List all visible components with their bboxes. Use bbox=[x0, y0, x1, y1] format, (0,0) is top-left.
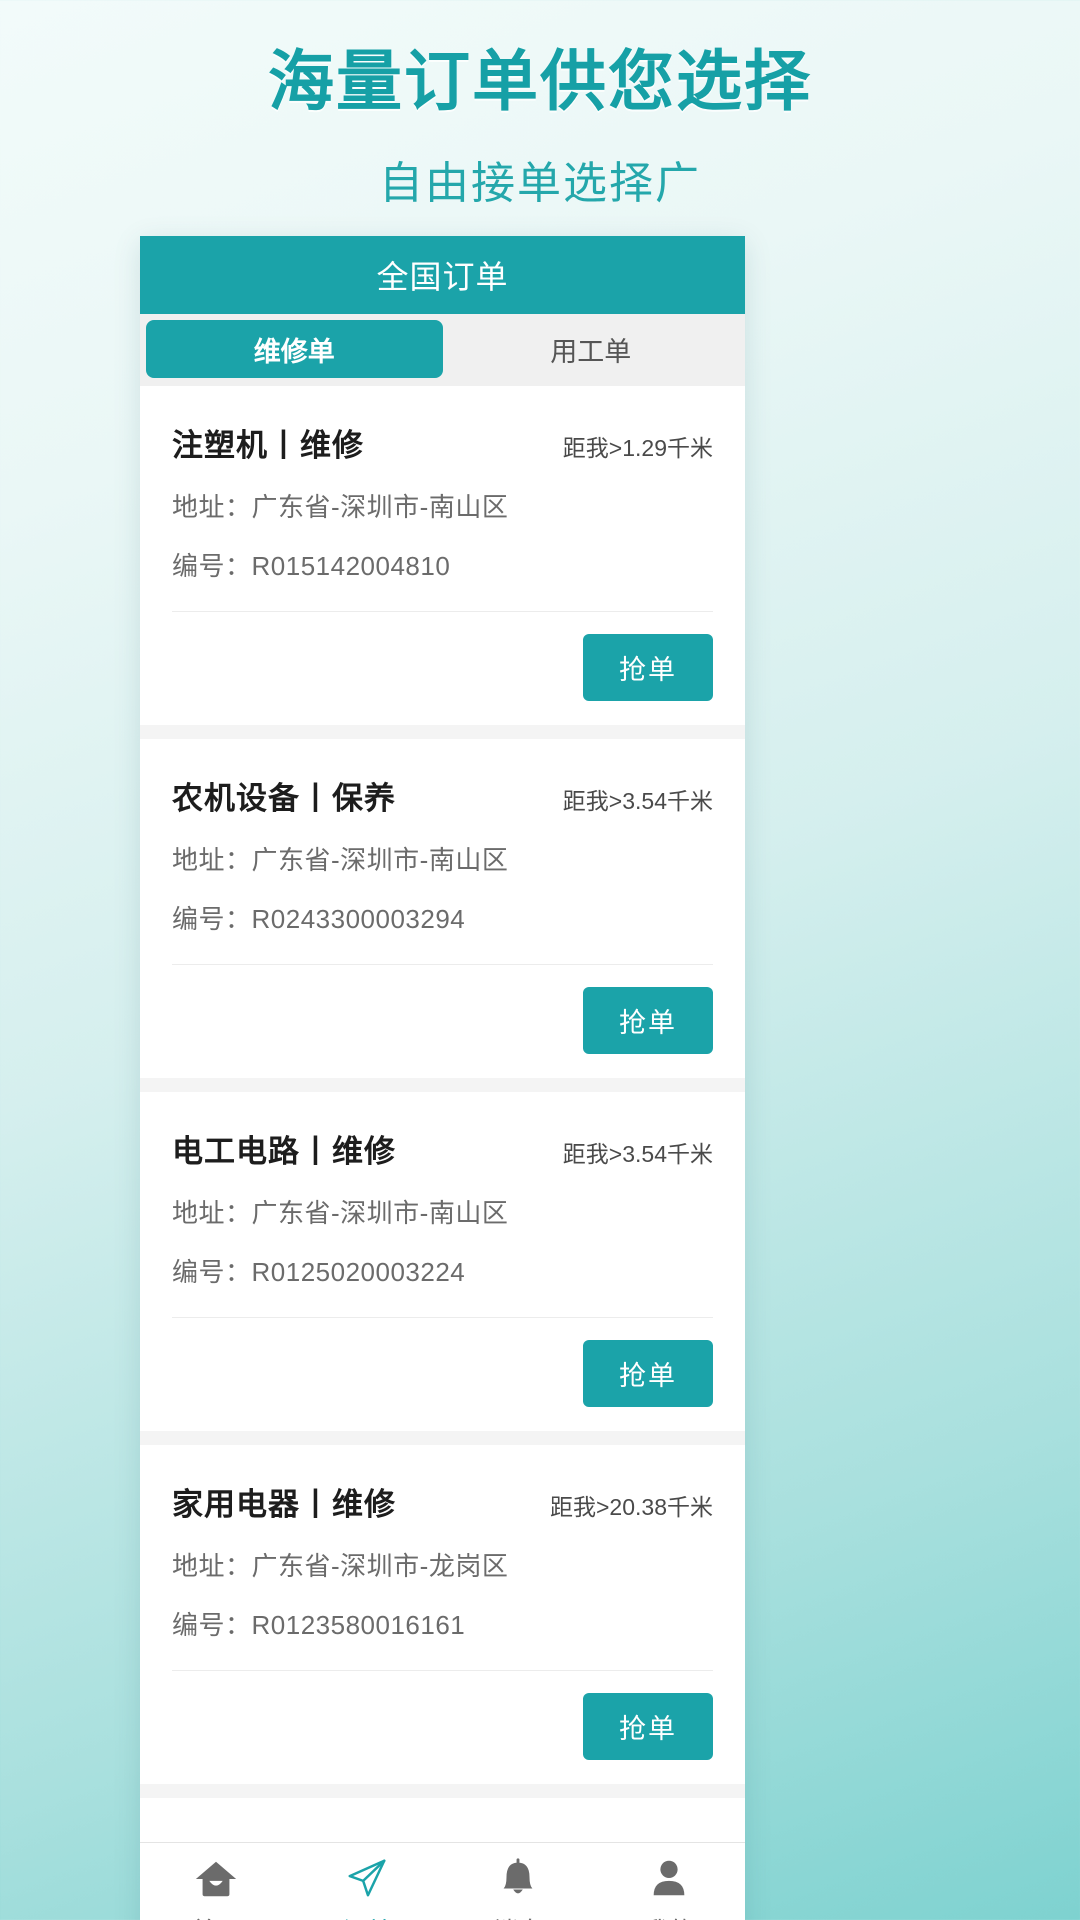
home-icon bbox=[193, 1855, 239, 1901]
order-title: 农机设备丨保养 bbox=[172, 781, 396, 816]
tab-repair-orders[interactable]: 维修单 bbox=[146, 320, 443, 378]
address-label: 地址： bbox=[172, 1551, 252, 1581]
order-address: 广东省-深圳市-南山区 bbox=[251, 1198, 509, 1228]
page-title: 海量订单供您选择 bbox=[268, 44, 812, 118]
order-footer: 抢单 bbox=[172, 1670, 713, 1784]
list-item[interactable]: 农机设备丨保养 距我>3.54千米 地址：广东省-深圳市-南山区 编号：R024… bbox=[140, 739, 745, 1078]
code-label: 编号： bbox=[172, 1610, 252, 1640]
order-distance: 距我>1.29千米 bbox=[562, 435, 713, 461]
order-code-row: 编号：R0123580016161 bbox=[172, 1605, 713, 1642]
order-header: 家用电器丨维修 距我>20.38千米 bbox=[172, 1479, 713, 1524]
order-distance: 距我>3.54千米 bbox=[562, 788, 713, 814]
order-footer: 抢单 bbox=[172, 1317, 713, 1431]
grab-order-button[interactable]: 抢单 bbox=[583, 1693, 713, 1760]
order-list: 注塑机丨维修 距我>1.29千米 地址：广东省-深圳市-南山区 编号：R0151… bbox=[140, 386, 745, 1842]
nav-item-home[interactable]: 首页 bbox=[140, 1843, 291, 1920]
order-panel: 全国订单 维修单 用工单 注塑机丨维修 距我>1.29千米 地址：广东省-深圳市… bbox=[140, 236, 745, 1920]
order-header: 注塑机丨维修 距我>1.29千米 bbox=[172, 420, 713, 465]
address-label: 地址： bbox=[172, 1198, 252, 1228]
order-header: 电工电路丨维修 距我>3.54千米 bbox=[172, 1126, 713, 1171]
order-address-row: 地址：广东省-深圳市-龙岗区 bbox=[172, 1546, 713, 1583]
nav-item-orders[interactable]: 订单 bbox=[291, 1843, 442, 1920]
person-icon bbox=[646, 1855, 692, 1901]
order-code-row: 编号：R0243300003294 bbox=[172, 899, 713, 936]
order-code: R015142004810 bbox=[251, 551, 451, 581]
nav-item-profile[interactable]: 我的 bbox=[594, 1843, 745, 1920]
list-item[interactable]: 家用电器丨维修 距我>20.38千米 地址：广东省-深圳市-龙岗区 编号：R01… bbox=[140, 1445, 745, 1784]
send-icon bbox=[344, 1855, 390, 1901]
order-code: R0125020003224 bbox=[251, 1257, 466, 1287]
order-title: 注塑机丨维修 bbox=[172, 428, 364, 463]
hero-banner: 海量订单供您选择 自由接单选择广 bbox=[0, 0, 1080, 211]
nav-item-profile-label: 我的 bbox=[645, 1911, 693, 1920]
tab-labor-orders[interactable]: 用工单 bbox=[443, 320, 740, 378]
nav-item-home-label: 首页 bbox=[192, 1911, 240, 1920]
grab-order-button[interactable]: 抢单 bbox=[583, 1340, 713, 1407]
nav-item-messages-label: 消息 bbox=[494, 1911, 542, 1920]
order-code-row: 编号：R015142004810 bbox=[172, 546, 713, 583]
grab-order-button[interactable]: 抢单 bbox=[583, 987, 713, 1054]
order-title: 电工电路丨维修 bbox=[172, 1134, 396, 1169]
order-distance: 距我>20.38千米 bbox=[550, 1494, 713, 1520]
order-code: R0243300003294 bbox=[251, 904, 466, 934]
panel-header-title: 全国订单 bbox=[376, 259, 509, 295]
order-address-row: 地址：广东省-深圳市-南山区 bbox=[172, 840, 713, 877]
code-label: 编号： bbox=[172, 551, 252, 581]
nav-item-orders-label: 订单 bbox=[343, 1911, 391, 1920]
code-label: 编号： bbox=[172, 1257, 252, 1287]
bell-icon bbox=[495, 1855, 541, 1901]
order-address: 广东省-深圳市-龙岗区 bbox=[251, 1551, 509, 1581]
page-subtitle: 自由接单选择广 bbox=[379, 158, 701, 208]
address-label: 地址： bbox=[172, 492, 252, 522]
order-title: 家用电器丨维修 bbox=[172, 1487, 396, 1522]
list-bottom-spacer bbox=[140, 1798, 745, 1842]
list-item[interactable]: 电工电路丨维修 距我>3.54千米 地址：广东省-深圳市-南山区 编号：R012… bbox=[140, 1092, 745, 1431]
tab-labor-orders-label: 用工单 bbox=[550, 336, 632, 367]
order-address: 广东省-深圳市-南山区 bbox=[251, 845, 509, 875]
bottom-navigation: 首页 订单 消息 bbox=[140, 1842, 745, 1920]
tab-repair-orders-label: 维修单 bbox=[253, 336, 335, 367]
panel-header: 全国订单 bbox=[140, 236, 745, 314]
order-address-row: 地址：广东省-深圳市-南山区 bbox=[172, 487, 713, 524]
order-distance: 距我>3.54千米 bbox=[562, 1141, 713, 1167]
order-footer: 抢单 bbox=[172, 964, 713, 1078]
code-label: 编号： bbox=[172, 904, 252, 934]
nav-item-messages[interactable]: 消息 bbox=[443, 1843, 594, 1920]
order-code-row: 编号：R0125020003224 bbox=[172, 1252, 713, 1289]
order-header: 农机设备丨保养 距我>3.54千米 bbox=[172, 773, 713, 818]
address-label: 地址： bbox=[172, 845, 252, 875]
order-address: 广东省-深圳市-南山区 bbox=[251, 492, 509, 522]
tab-bar: 维修单 用工单 bbox=[140, 314, 745, 386]
grab-order-button[interactable]: 抢单 bbox=[583, 634, 713, 701]
order-footer: 抢单 bbox=[172, 611, 713, 725]
list-item[interactable]: 注塑机丨维修 距我>1.29千米 地址：广东省-深圳市-南山区 编号：R0151… bbox=[140, 386, 745, 725]
order-address-row: 地址：广东省-深圳市-南山区 bbox=[172, 1193, 713, 1230]
order-code: R0123580016161 bbox=[251, 1610, 466, 1640]
